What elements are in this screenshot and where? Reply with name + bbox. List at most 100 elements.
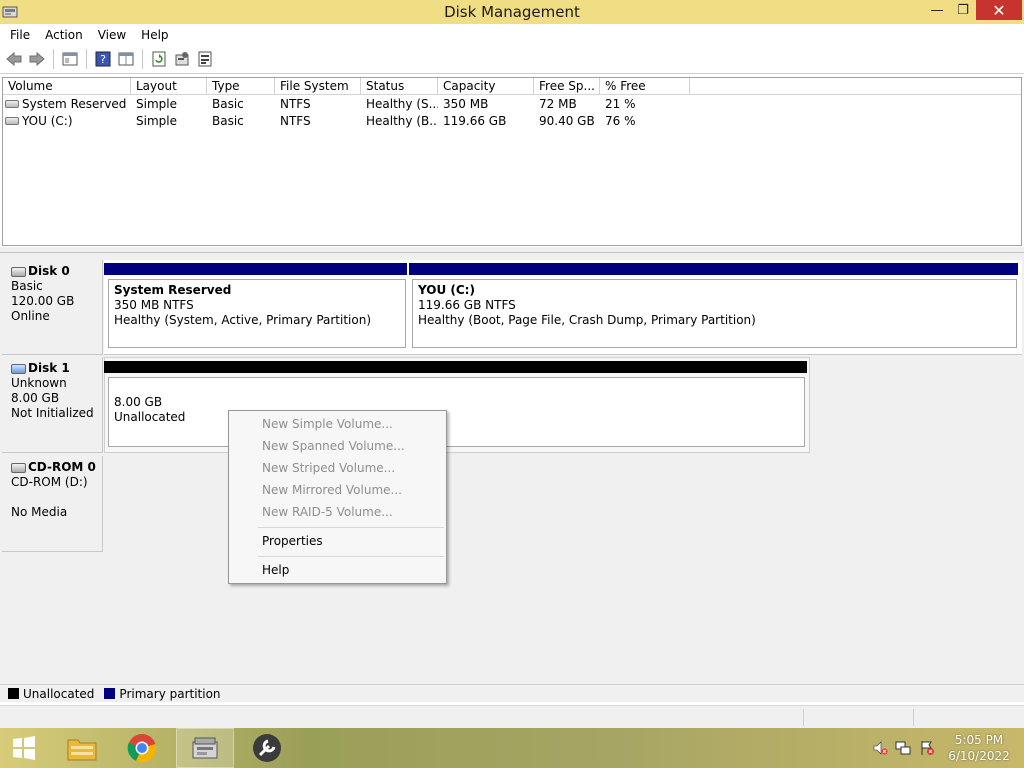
back-arrow-icon[interactable] [4,49,24,69]
toolbar: ? [0,45,1024,74]
menu-item-properties[interactable]: Properties [262,531,323,551]
table-cell-file-system: NTFS [280,114,311,128]
taskbar-disk-management[interactable] [176,728,234,768]
minimize-button[interactable]: — [924,0,950,20]
partition-size: 350 MB NTFS [114,298,194,312]
clock-time: 5:05 PM [954,733,1004,747]
menu-separator [258,556,444,557]
column-header-status[interactable]: Status [361,78,438,95]
toolbar-separator [142,49,143,69]
menu-action[interactable]: Action [39,28,89,42]
disk-management-icon [192,737,218,759]
menu-item-new-spanned-volume[interactable]: New Spanned Volume... [262,436,405,456]
column-header-capacity[interactable]: Capacity [438,78,534,95]
table-cell-capacity: 119.66 GB [443,114,507,128]
chrome-icon [127,734,157,763]
action-center-flag-icon[interactable] [919,740,935,756]
column-header-percent-free[interactable]: % Free [600,78,690,95]
cdrom-0-name-text: CD-ROM 0 [28,460,96,474]
properties-grid-icon[interactable] [116,49,136,69]
disk-1-name-text: Disk 1 [28,361,70,375]
maximize-button[interactable]: ❐ [950,0,976,20]
help-icon[interactable]: ? [93,49,113,69]
console-tree-icon[interactable] [60,49,80,69]
partition-size: 8.00 GB [114,395,163,409]
table-cell-percent-free: 76 % [605,114,636,128]
column-header-type[interactable]: Type [207,78,275,95]
legend: Unallocated Primary partition [0,684,1024,702]
taskbar-chrome[interactable] [118,728,166,768]
partition-body: System Reserved 350 MB NTFS Healthy (Sys… [108,279,406,348]
disk-1-name: Disk 1 [11,361,102,376]
partition-size: 119.66 GB NTFS [418,298,516,312]
disk-pane: Disk 0 Basic 120.00 GB Online System Res… [0,253,1024,701]
table-cell-free-space: 72 MB [539,97,577,111]
table-cell-volume: System Reserved [3,96,131,113]
menu-file[interactable]: File [4,28,36,42]
disk-0-size: 120.00 GB [11,294,75,308]
toolbar-separator [53,49,54,69]
table-cell-volume: YOU (C:) [3,113,131,130]
column-header-filler [690,78,1021,95]
refresh-icon[interactable] [149,49,169,69]
table-cell-type: Basic [212,114,244,128]
disk-1-size: 8.00 GB [11,391,60,405]
partition-name: System Reserved [114,283,232,297]
volume-icon [5,100,19,108]
menu-help[interactable]: Help [135,28,174,42]
volume-list[interactable]: Volume Layout Type File System Status Ca… [2,77,1022,246]
volume-name: YOU (C:) [22,114,73,128]
menu-item-new-simple-volume[interactable]: New Simple Volume... [262,414,393,434]
table-cell-status: Healthy (S... [366,97,438,111]
partition-body: YOU (C:) 119.66 GB NTFS Healthy (Boot, P… [412,279,1017,348]
menu-item-help[interactable]: Help [262,560,289,580]
taskbar-file-explorer[interactable] [58,728,106,768]
column-header-free-space[interactable]: Free Sp... [534,78,600,95]
disk-0-type: Basic [11,279,43,293]
volume-muted-icon[interactable] [872,740,888,756]
table-cell-file-system: NTFS [280,97,311,111]
partition-body: 8.00 GB Unallocated [108,377,805,447]
cd-rom-icon [11,462,26,473]
partition-you-c[interactable]: YOU (C:) 119.66 GB NTFS Healthy (Boot, P… [409,263,1018,349]
partition-system-reserved[interactable]: System Reserved 350 MB NTFS Healthy (Sys… [104,263,407,349]
taskbar-clock[interactable]: 5:05 PM 6/10/2022 [940,732,1018,764]
disk-0-label[interactable]: Disk 0 Basic 120.00 GB Online [2,260,103,355]
menu-item-new-raid5-volume[interactable]: New RAID-5 Volume... [262,502,393,522]
close-button[interactable]: ✕ [976,0,1022,20]
properties-icon[interactable] [195,49,215,69]
cdrom-0-drive: CD-ROM (D:) [11,475,88,489]
network-icon[interactable] [895,740,911,756]
tools-icon [253,734,281,762]
partition-bar [104,263,407,275]
disk-1-label[interactable]: Disk 1 Unknown 8.00 GB Not Initialized [2,357,103,453]
clock-date: 6/10/2022 [948,749,1010,763]
taskbar-tools[interactable] [238,728,296,768]
legend-label-unallocated: Unallocated [23,686,95,701]
partition-label: Unallocated [114,410,186,424]
svg-text:?: ? [100,53,106,66]
partition-unallocated[interactable]: 8.00 GB Unallocated [104,361,807,448]
cdrom-0-status: No Media [11,505,68,519]
disk-0-status: Online [11,309,50,323]
table-cell-percent-free: 21 % [605,97,636,111]
menu-separator [258,527,444,528]
menu-item-new-mirrored-volume[interactable]: New Mirrored Volume... [262,480,402,500]
disk-management-window: Disk Management — ❐ ✕ File Action View H… [0,0,1024,728]
table-cell-free-space: 90.40 GB [539,114,595,128]
menu-view[interactable]: View [92,28,132,42]
column-header-layout[interactable]: Layout [131,78,207,95]
table-cell-layout: Simple [136,114,177,128]
status-bar-segment [803,709,804,726]
start-button[interactable] [0,728,48,768]
column-header-volume[interactable]: Volume [3,78,131,95]
menu-item-new-striped-volume[interactable]: New Striped Volume... [262,458,395,478]
partition-name: YOU (C:) [418,283,475,297]
legend-swatch-primary [104,688,116,699]
settings-icon[interactable] [172,49,192,69]
column-header-file-system[interactable]: File System [275,78,361,95]
title-bar[interactable]: Disk Management — ❐ ✕ [0,0,1024,24]
forward-arrow-icon[interactable] [27,49,47,69]
cdrom-0-label[interactable]: CD-ROM 0 CD-ROM (D:) No Media [2,456,103,552]
volume-name: System Reserved [22,97,127,111]
